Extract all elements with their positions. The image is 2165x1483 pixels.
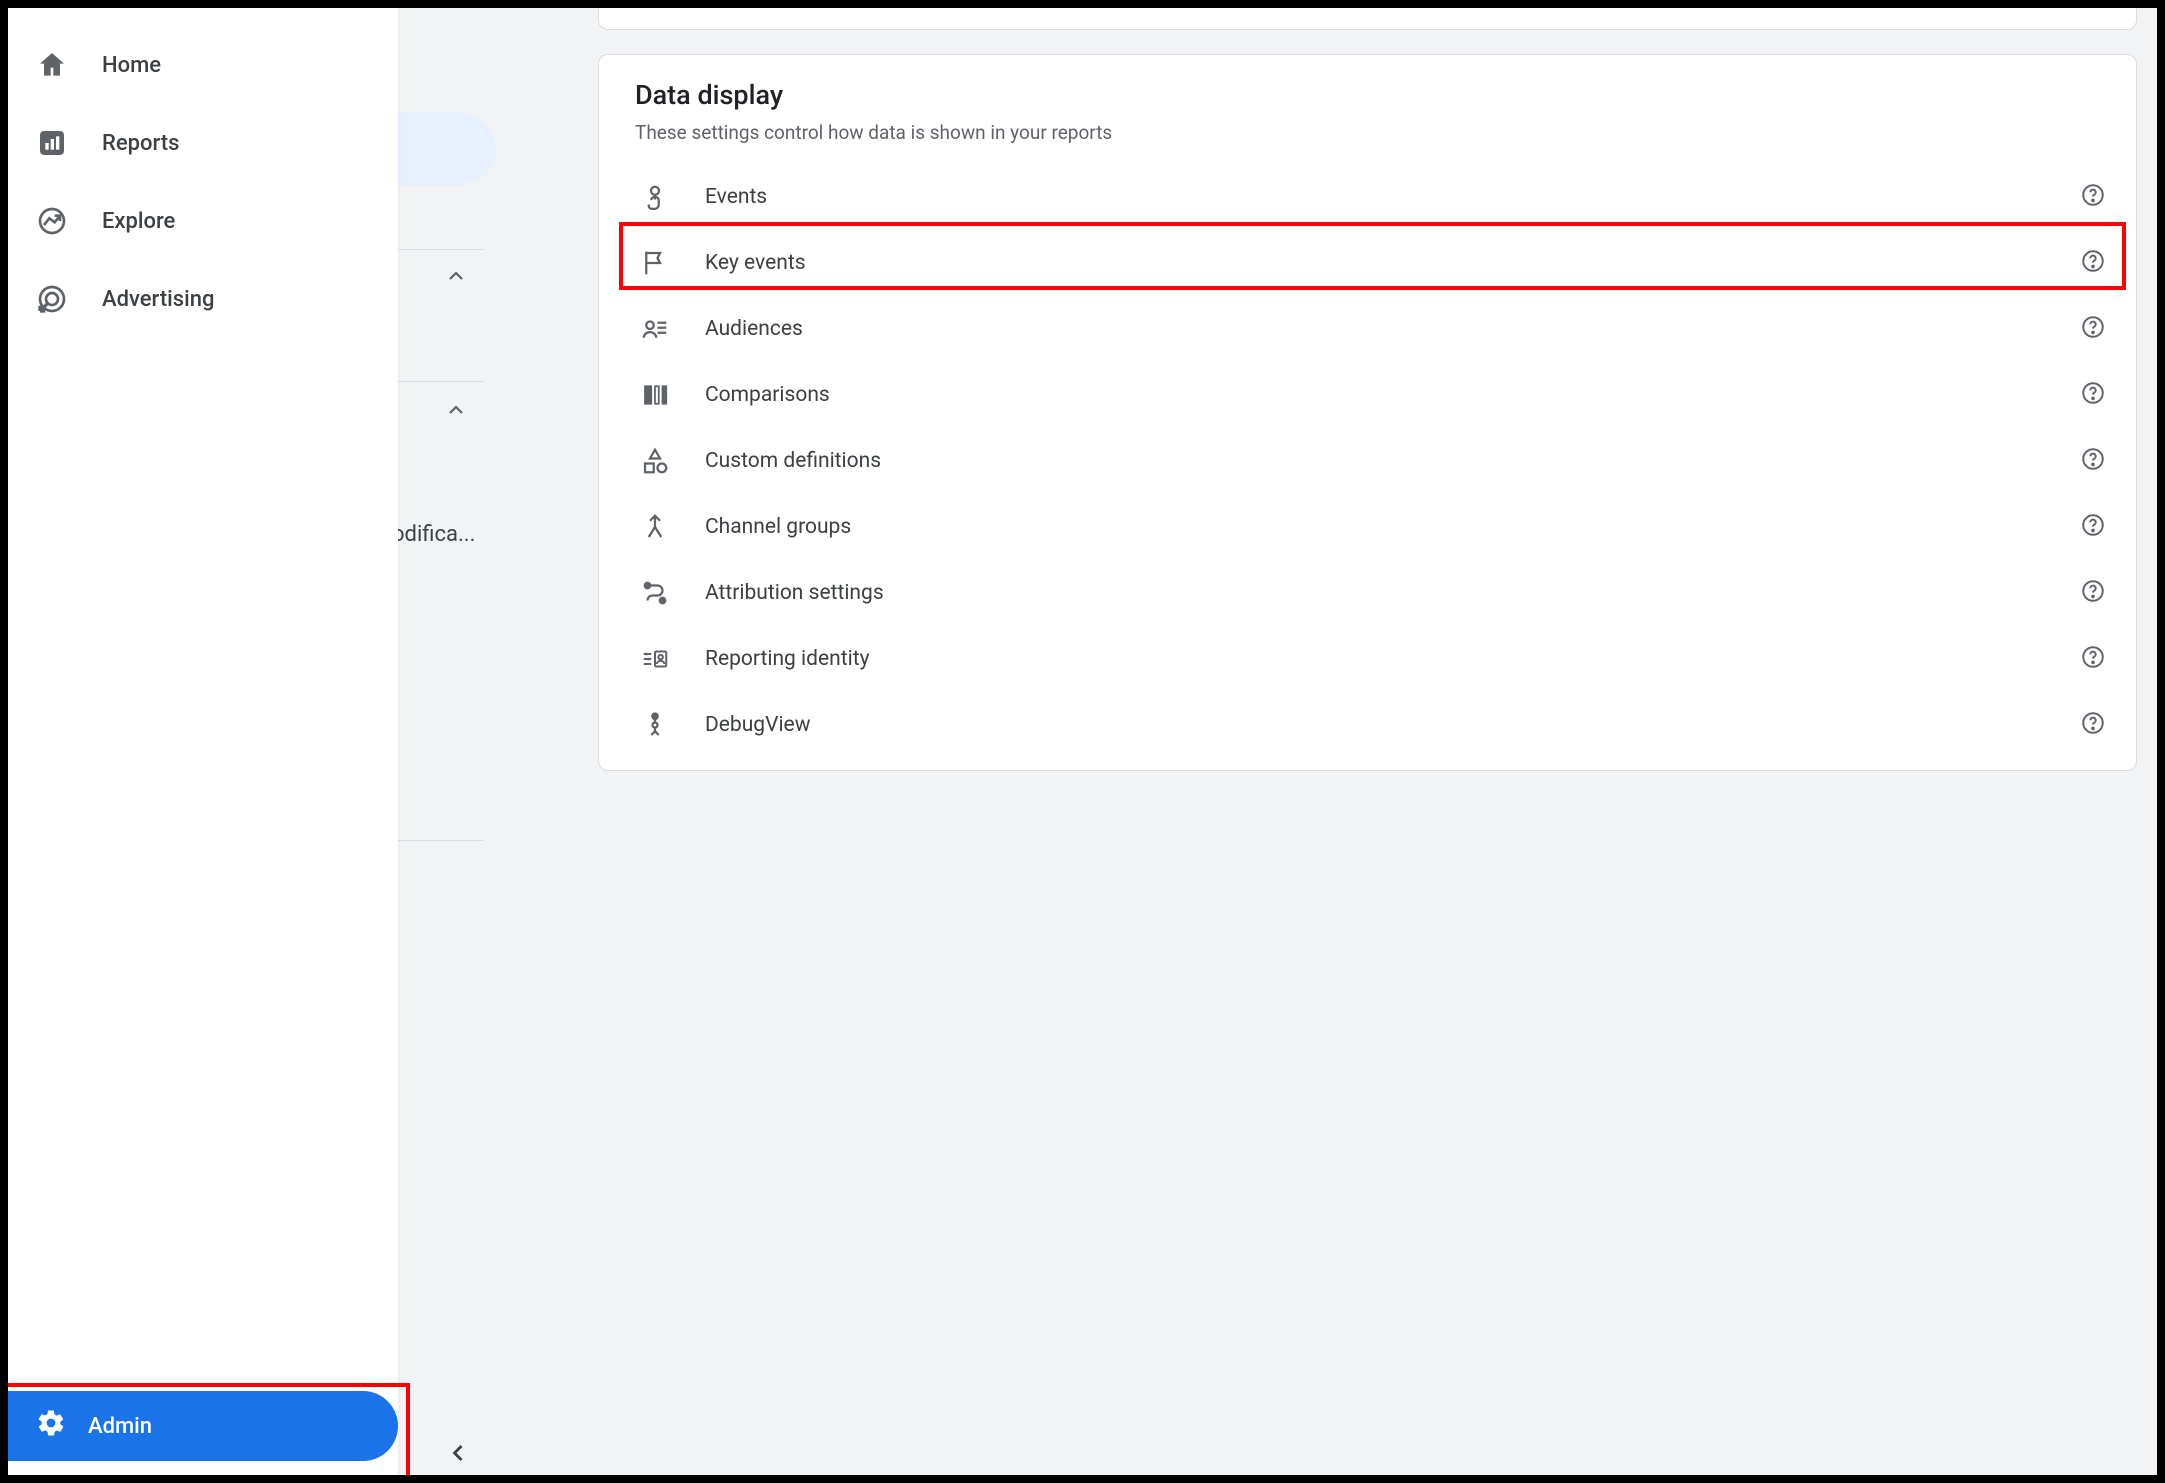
card-title: Data display (635, 79, 2116, 111)
nav-advertising[interactable]: Advertising (8, 260, 398, 338)
help-icon[interactable] (2080, 644, 2110, 674)
nav-home[interactable]: Home (8, 26, 398, 104)
row-channel-groups[interactable]: Channel groups (635, 494, 2116, 560)
row-reporting-identity[interactable]: Reporting identity (635, 626, 2116, 692)
flag-icon (635, 243, 675, 283)
comparisons-icon (635, 375, 675, 415)
gear-icon (36, 1408, 66, 1444)
row-label: Comparisons (705, 383, 2050, 407)
truncated-text-fragment: odifica... (392, 522, 475, 547)
row-custom-definitions[interactable]: Custom definitions (635, 428, 2116, 494)
help-icon[interactable] (2080, 314, 2110, 344)
row-label: Channel groups (705, 515, 2050, 539)
content-area: odifica... Data display These settings c… (398, 8, 2157, 1475)
row-label: Key events (705, 251, 2050, 275)
debugview-icon (635, 705, 675, 745)
advertising-icon (32, 279, 72, 319)
chevron-left-icon[interactable] (444, 1439, 472, 1467)
row-label: Attribution settings (705, 581, 2050, 605)
row-key-events[interactable]: Key events (635, 230, 2116, 296)
explore-icon (32, 201, 72, 241)
divider-fragment (392, 249, 484, 250)
attribution-icon (635, 573, 675, 613)
help-icon[interactable] (2080, 446, 2110, 476)
help-icon[interactable] (2080, 182, 2110, 212)
card-subtitle: These settings control how data is shown… (635, 121, 2116, 144)
nav-label: Admin (88, 1414, 152, 1439)
help-icon[interactable] (2080, 380, 2110, 410)
divider-fragment (392, 381, 484, 382)
identity-icon (635, 639, 675, 679)
touch-icon (635, 177, 675, 217)
nav-reports[interactable]: Reports (8, 104, 398, 182)
chevron-up-icon[interactable] (444, 398, 468, 422)
nav-admin[interactable]: Admin (8, 1391, 398, 1461)
divider-fragment (392, 840, 484, 841)
chevron-up-icon[interactable] (444, 264, 468, 288)
nav-sidebar: Home Reports Explore Advertising (8, 8, 398, 1475)
row-events[interactable]: Events (635, 164, 2116, 230)
help-icon[interactable] (2080, 512, 2110, 542)
help-icon[interactable] (2080, 248, 2110, 278)
shapes-icon (635, 441, 675, 481)
row-label: DebugView (705, 713, 2050, 737)
top-card-fragment (598, 8, 2137, 30)
row-label: Custom definitions (705, 449, 2050, 473)
reports-icon (32, 123, 72, 163)
merge-icon (635, 507, 675, 547)
nav-label: Advertising (102, 287, 214, 312)
row-label: Audiences (705, 317, 2050, 341)
row-comparisons[interactable]: Comparisons (635, 362, 2116, 428)
row-label: Events (705, 185, 2050, 209)
nav-explore[interactable]: Explore (8, 182, 398, 260)
row-audiences[interactable]: Audiences (635, 296, 2116, 362)
audiences-icon (635, 309, 675, 349)
home-icon (32, 45, 72, 85)
nav-label: Reports (102, 131, 179, 156)
data-display-card: Data display These settings control how … (598, 54, 2137, 771)
row-attribution-settings[interactable]: Attribution settings (635, 560, 2116, 626)
row-debugview[interactable]: DebugView (635, 692, 2116, 758)
help-icon[interactable] (2080, 578, 2110, 608)
row-label: Reporting identity (705, 647, 2050, 671)
help-icon[interactable] (2080, 710, 2110, 740)
selected-item-fragment (388, 112, 496, 186)
nav-label: Home (102, 53, 161, 78)
nav-label: Explore (102, 209, 175, 234)
